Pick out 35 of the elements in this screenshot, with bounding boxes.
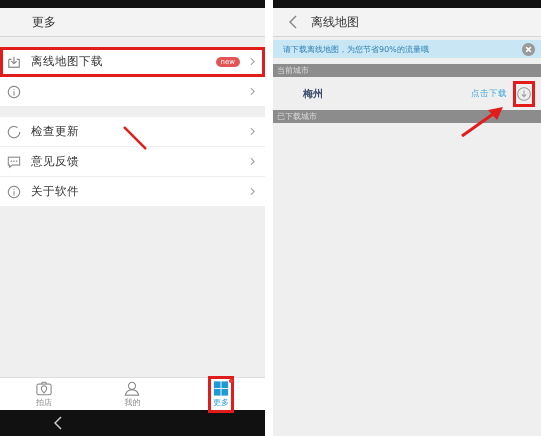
chevron-icon: [250, 187, 255, 196]
screen-title: 离线地图: [311, 14, 359, 30]
chevron-icon: [250, 57, 255, 66]
tab[interactable]: 我的: [88, 378, 177, 410]
back-icon[interactable]: [54, 416, 62, 430]
notification-dot: [228, 378, 233, 382]
menu-label: 意见反馈: [31, 154, 79, 169]
section-header: 已下载城市: [273, 110, 541, 123]
download-icon: [7, 54, 21, 68]
menu-label: 离线地图下载: [31, 54, 103, 69]
annotation-arrow: [460, 106, 504, 138]
close-icon[interactable]: [522, 42, 535, 56]
chevron-icon: [250, 87, 255, 96]
section-header: 当前城市: [273, 64, 541, 77]
chevron-icon: [250, 127, 255, 136]
tab[interactable]: 拍店: [0, 378, 88, 410]
info-icon: [7, 184, 21, 198]
refresh-icon: [7, 124, 21, 138]
grid-icon: [212, 380, 229, 396]
camera-icon: [36, 380, 52, 396]
screen-title: 更多: [32, 14, 56, 30]
city-name: 梅州: [303, 88, 324, 100]
chevron-icon: [250, 157, 255, 166]
menu-label: 关于软件: [31, 184, 79, 199]
info-icon: [7, 84, 21, 98]
city-row[interactable]: 梅州 点击下载: [273, 77, 541, 110]
chat-icon: [7, 154, 21, 168]
menu-label: 检查更新: [31, 124, 79, 139]
download-icon: [517, 86, 531, 100]
download-button[interactable]: [513, 80, 535, 106]
menu-item[interactable]: 关于软件: [0, 177, 265, 207]
person-icon: [124, 380, 140, 396]
menu-item[interactable]: 检查更新: [0, 117, 265, 147]
banner-text: 请下载离线地图，为您节省90%的流量哦: [283, 44, 430, 54]
menu-item[interactable]: 意见反馈: [0, 147, 265, 177]
